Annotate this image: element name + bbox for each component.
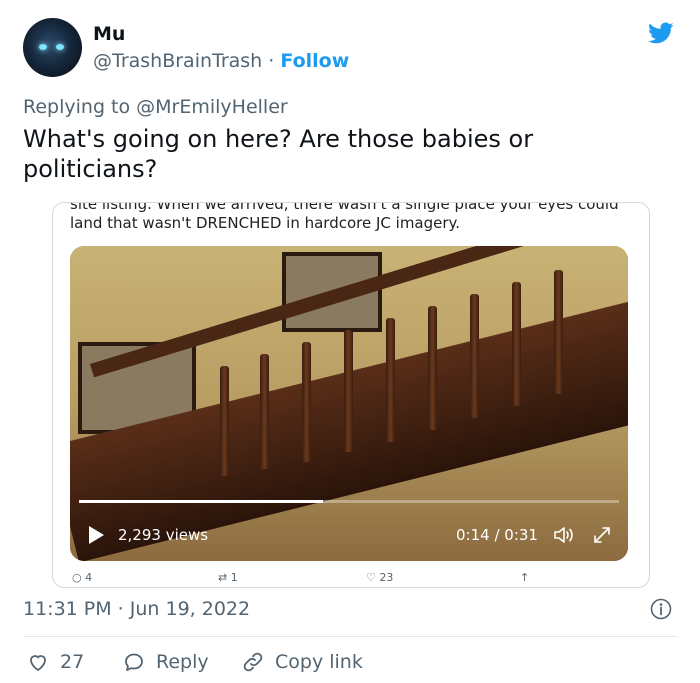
twitter-bird-icon[interactable] (646, 20, 676, 46)
baluster (220, 366, 229, 476)
avatar-eye (56, 44, 64, 50)
avatar-eye (39, 44, 47, 50)
baluster (386, 318, 395, 442)
author-name[interactable]: Mu (93, 23, 125, 45)
embed-cut-text: site listing. When we arrived, there was… (70, 202, 619, 213)
baluster (428, 306, 437, 430)
baluster (470, 294, 479, 418)
baluster (554, 270, 563, 394)
author-handle[interactable]: @TrashBrainTrash (93, 50, 262, 72)
baluster (344, 330, 353, 452)
embed-share-icon: ↑ (520, 571, 530, 584)
copy-link-label: Copy link (275, 651, 363, 673)
video-player[interactable]: 2,293 views 0:14 / 0:31 (70, 246, 628, 561)
embedded-media[interactable]: site listing. When we arrived, there was… (52, 202, 650, 588)
baluster (260, 354, 269, 469)
baluster (512, 282, 521, 406)
video-views: 2,293 views (118, 526, 209, 544)
copy-link-button[interactable]: Copy link (241, 650, 363, 674)
tweet-timestamp[interactable]: 11:31 PM · Jun 19, 2022 (23, 598, 250, 620)
like-button[interactable]: 27 (26, 650, 84, 674)
link-icon (243, 652, 263, 672)
heart-icon (30, 655, 46, 671)
follow-button[interactable]: Follow (280, 50, 349, 72)
play-icon[interactable] (89, 526, 104, 544)
author-handle-row: @TrashBrainTrash · Follow (93, 50, 349, 72)
reply-button[interactable]: Reply (122, 650, 209, 674)
video-time: 0:14 / 0:31 (456, 526, 538, 544)
video-progress-bar[interactable] (79, 500, 619, 503)
baluster (302, 342, 311, 462)
divider (23, 636, 677, 637)
info-icon[interactable] (650, 598, 672, 620)
fullscreen-icon[interactable] (592, 525, 612, 545)
reply-icon (125, 653, 143, 671)
like-count: 27 (60, 651, 85, 673)
embed-retweet-count: ⇄ 1 (218, 571, 238, 584)
volume-icon[interactable] (553, 526, 575, 544)
embed-action-bar: ○ 4 ⇄ 1 ♡ 23 ↑ (70, 571, 590, 587)
replying-to[interactable]: Replying to @MrEmilyHeller (23, 96, 288, 118)
avatar[interactable] (23, 18, 82, 77)
embed-text: land that wasn't DRENCHED in hardcore JC… (70, 214, 461, 232)
embed-reply-count: ○ 4 (72, 571, 93, 584)
reply-label: Reply (156, 651, 209, 673)
tweet-text: What's going on here? Are those babies o… (23, 125, 534, 183)
separator-dot: · (268, 50, 275, 72)
embed-like-count: ♡ 23 (366, 571, 394, 584)
video-progress-fill (79, 500, 324, 503)
